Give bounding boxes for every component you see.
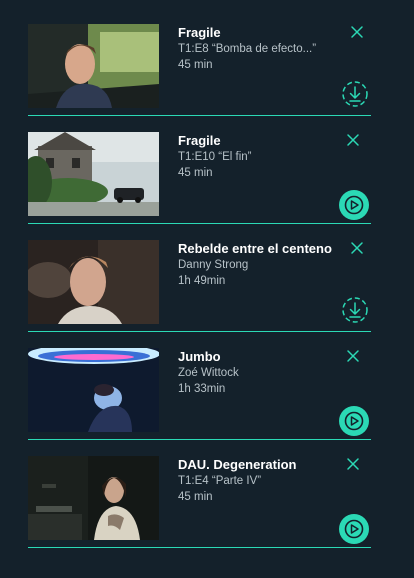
item-duration: 1h 49min — [178, 275, 226, 287]
download-icon — [342, 297, 368, 323]
close-button[interactable] — [346, 457, 360, 471]
play-button[interactable] — [338, 189, 370, 221]
thumbnail-woman-lights[interactable] — [28, 348, 159, 432]
download-list: Fragile T1:E8 “Bomba de efecto...” 45 mi… — [0, 0, 414, 578]
close-button[interactable] — [346, 349, 360, 363]
close-icon — [347, 458, 359, 470]
play-button[interactable] — [338, 405, 370, 437]
list-item[interactable]: Fragile T1:E8 “Bomba de efecto...” 45 mi… — [28, 24, 371, 116]
item-subtitle: Danny Strong — [178, 259, 249, 271]
thumbnail-image — [28, 456, 159, 540]
download-button[interactable] — [341, 80, 369, 108]
item-duration: 45 min — [178, 167, 213, 179]
list-item[interactable]: Fragile T1:E10 “El fin” 45 min — [28, 132, 371, 224]
list-item[interactable]: DAU. Degeneration T1:E4 “Parte IV” 45 mi… — [28, 456, 371, 548]
item-title: Fragile — [178, 25, 221, 40]
item-title: Jumbo — [178, 349, 221, 364]
item-divider — [28, 115, 371, 116]
list-item[interactable]: Rebelde entre el centeno Danny Strong 1h… — [28, 240, 371, 332]
item-title: Fragile — [178, 133, 221, 148]
item-title: DAU. Degeneration — [178, 457, 297, 472]
item-duration: 45 min — [178, 59, 213, 71]
item-subtitle: Zoé Wittock — [178, 367, 239, 379]
play-button[interactable] — [338, 513, 370, 545]
thumbnail-man-smoking[interactable] — [28, 240, 159, 324]
download-button[interactable] — [341, 296, 369, 324]
close-button[interactable] — [350, 25, 364, 39]
close-button[interactable] — [350, 241, 364, 255]
item-subtitle: T1:E4 “Parte IV” — [178, 475, 262, 487]
close-icon — [351, 26, 363, 38]
item-divider — [28, 223, 371, 224]
list-item[interactable]: Jumbo Zoé Wittock 1h 33min — [28, 348, 371, 440]
close-icon — [351, 242, 363, 254]
thumbnail-house[interactable] — [28, 132, 159, 216]
item-divider — [28, 331, 371, 332]
play-icon — [339, 190, 369, 220]
thumbnail-image — [28, 348, 159, 432]
item-subtitle: T1:E10 “El fin” — [178, 151, 252, 163]
thumbnail-woman-desk[interactable] — [28, 456, 159, 540]
item-duration: 1h 33min — [178, 383, 226, 395]
thumbnail-image — [28, 240, 159, 324]
close-icon — [347, 134, 359, 146]
thumbnail-image — [28, 24, 159, 108]
thumbnail-man-driving[interactable] — [28, 24, 159, 108]
item-divider — [28, 547, 371, 548]
play-icon — [339, 406, 369, 436]
close-icon — [347, 350, 359, 362]
download-icon — [342, 81, 368, 107]
thumbnail-image — [28, 132, 159, 216]
item-subtitle: T1:E8 “Bomba de efecto...” — [178, 43, 317, 55]
item-title: Rebelde entre el centeno — [178, 241, 332, 256]
item-duration: 45 min — [178, 491, 213, 503]
item-divider — [28, 439, 371, 440]
play-icon — [339, 514, 369, 544]
close-button[interactable] — [346, 133, 360, 147]
